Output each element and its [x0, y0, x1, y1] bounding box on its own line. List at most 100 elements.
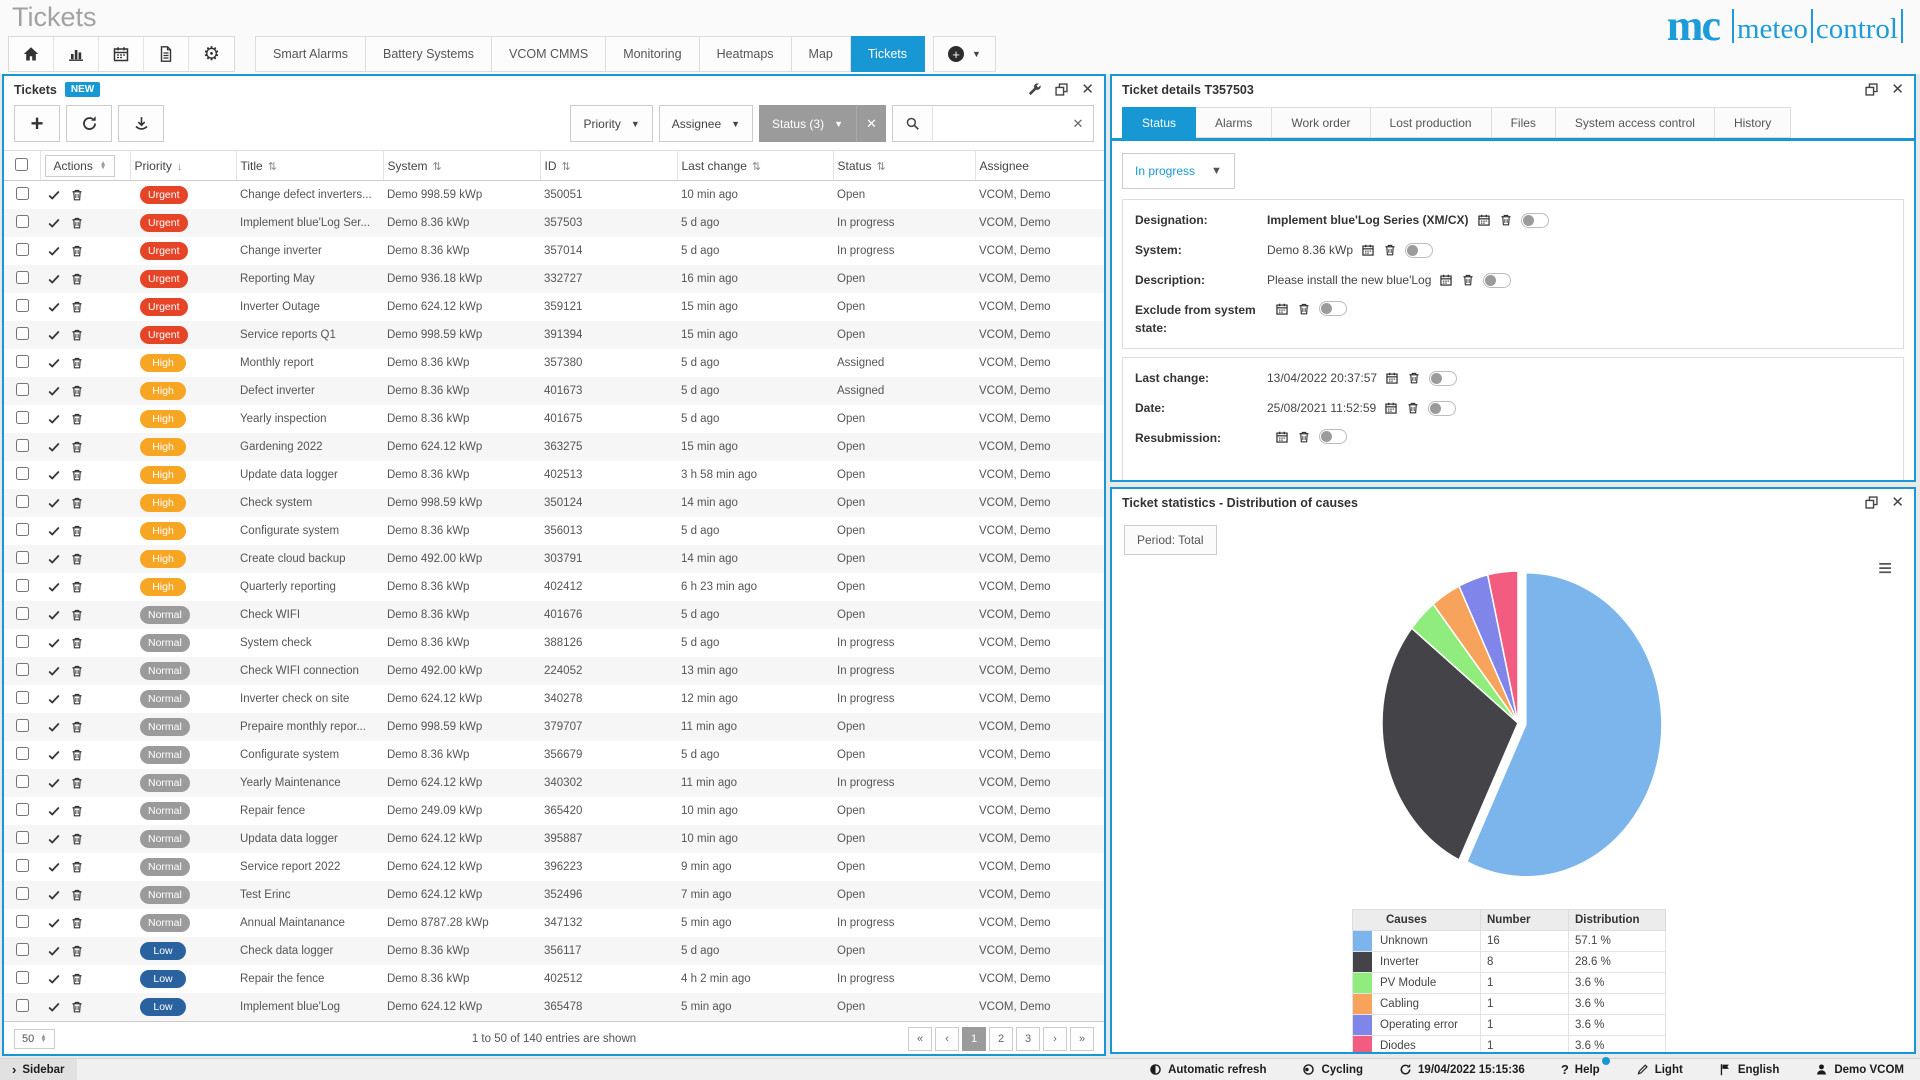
- close-panel-button[interactable]: ✕: [1081, 82, 1094, 97]
- delete-ticket-icon[interactable]: [67, 496, 87, 510]
- column-header-priority[interactable]: Priority ↓: [130, 150, 237, 181]
- detail-tab-lost-production[interactable]: Lost production: [1370, 107, 1492, 138]
- resolve-ticket-icon[interactable]: [44, 832, 64, 846]
- ticket-title-cell[interactable]: Yearly Maintenance: [236, 769, 383, 797]
- row-checkbox[interactable]: [15, 550, 29, 564]
- statusbar-cycling[interactable]: Cycling: [1302, 1063, 1363, 1076]
- actions-header-button[interactable]: Actions ▲ ▼: [44, 154, 116, 177]
- statusbar-automatic-refresh[interactable]: Automatic refresh: [1149, 1063, 1266, 1076]
- table-row[interactable]: Low Implement blue'Log Demo 624.12 kWp 3…: [4, 992, 1104, 1021]
- statusbar-help[interactable]: ? Help: [1561, 1057, 1610, 1077]
- table-row[interactable]: High Create cloud backup Demo 492.00 kWp…: [4, 544, 1104, 573]
- clear-status-filter-icon[interactable]: ✕: [856, 105, 886, 142]
- row-checkbox[interactable]: [15, 242, 29, 256]
- calendar-picker-icon[interactable]: [1275, 430, 1289, 444]
- delete-ticket-icon[interactable]: [67, 412, 87, 426]
- ticket-title-cell[interactable]: Service reports Q1: [236, 321, 383, 349]
- ticket-title-cell[interactable]: Change defect inverters...: [236, 181, 383, 209]
- ticket-title-cell[interactable]: Prepaire monthly repor...: [236, 713, 383, 741]
- resolve-ticket-icon[interactable]: [44, 384, 64, 398]
- ticket-title-cell[interactable]: Gardening 2022: [236, 433, 383, 461]
- sidebar-toggle-button[interactable]: › Sidebar: [0, 1059, 77, 1080]
- row-checkbox[interactable]: [15, 662, 29, 676]
- ticket-title-cell[interactable]: Configurate system: [236, 741, 383, 769]
- table-row[interactable]: High Quarterly reporting Demo 8.36 kWp 4…: [4, 573, 1104, 601]
- ticket-title-cell[interactable]: Check system: [236, 489, 383, 517]
- ticket-title-cell[interactable]: Check WIFI: [236, 601, 383, 629]
- delete-ticket-icon[interactable]: [67, 608, 87, 622]
- ticket-title-cell[interactable]: Implement blue'Log Ser...: [236, 209, 383, 237]
- row-checkbox[interactable]: [15, 942, 29, 956]
- row-checkbox[interactable]: [15, 298, 29, 312]
- table-row[interactable]: Normal Prepaire monthly repor... Demo 99…: [4, 712, 1104, 741]
- pager-nav-button[interactable]: ›: [1043, 1026, 1067, 1051]
- ticket-title-cell[interactable]: Check data logger: [236, 937, 383, 965]
- pager-nav-button[interactable]: «: [908, 1026, 932, 1051]
- calendar-picker-icon[interactable]: [1385, 371, 1399, 385]
- delete-ticket-icon[interactable]: [67, 804, 87, 818]
- row-checkbox[interactable]: [15, 214, 29, 228]
- detail-tab-history[interactable]: History: [1714, 107, 1792, 138]
- row-checkbox[interactable]: [15, 830, 29, 844]
- table-row[interactable]: High Update data logger Demo 8.36 kWp 40…: [4, 461, 1104, 489]
- resolve-ticket-icon[interactable]: [44, 328, 64, 342]
- resolve-ticket-icon[interactable]: [44, 860, 64, 874]
- popout-panel-button[interactable]: [1864, 495, 1879, 510]
- column-header-id[interactable]: ID ⇅: [540, 150, 678, 181]
- delete-ticket-icon[interactable]: [67, 440, 87, 454]
- column-header-status[interactable]: Status ⇅: [833, 150, 976, 181]
- row-checkbox[interactable]: [15, 578, 29, 592]
- delete-ticket-icon[interactable]: [67, 944, 87, 958]
- detail-tab-alarms[interactable]: Alarms: [1196, 107, 1273, 138]
- table-row[interactable]: Urgent Change defect inverters... Demo 9…: [4, 181, 1104, 209]
- delete-ticket-icon[interactable]: [67, 216, 87, 230]
- table-row[interactable]: Normal Annual Maintanance Demo 8787.28 k…: [4, 909, 1104, 937]
- tab-heatmaps[interactable]: Heatmaps: [699, 36, 792, 72]
- detail-tab-status[interactable]: Status: [1122, 107, 1197, 138]
- ticket-title-cell[interactable]: Yearly inspection: [236, 405, 383, 433]
- filter-priority[interactable]: Priority ▼: [570, 105, 653, 142]
- delete-ticket-icon[interactable]: [67, 244, 87, 258]
- row-checkbox[interactable]: [15, 634, 29, 648]
- remove-person-icon[interactable]: [1383, 243, 1397, 257]
- row-checkbox[interactable]: [15, 326, 29, 340]
- delete-ticket-icon[interactable]: [67, 720, 87, 734]
- table-row[interactable]: Normal Service report 2022 Demo 624.12 k…: [4, 853, 1104, 881]
- ticket-title-cell[interactable]: Test Erinc: [236, 881, 383, 909]
- filter-assignee[interactable]: Assignee ▼: [658, 105, 754, 142]
- resolve-ticket-icon[interactable]: [44, 300, 64, 314]
- row-checkbox[interactable]: [15, 858, 29, 872]
- home-button[interactable]: [9, 37, 54, 71]
- delete-ticket-icon[interactable]: [67, 384, 87, 398]
- delete-ticket-icon[interactable]: [67, 272, 87, 286]
- table-row[interactable]: High Configurate system Demo 8.36 kWp 35…: [4, 517, 1104, 545]
- resolve-ticket-icon[interactable]: [44, 412, 64, 426]
- table-row[interactable]: High Monthly report Demo 8.36 kWp 357380…: [4, 349, 1104, 377]
- tab-battery-systems[interactable]: Battery Systems: [366, 36, 493, 72]
- add-ticket-button[interactable]: +: [14, 105, 60, 142]
- clear-search-icon[interactable]: ✕: [1063, 116, 1093, 132]
- reports-button[interactable]: [144, 37, 189, 71]
- statusbar-19-04-2022-15-15-36[interactable]: 19/04/2022 15:15:36: [1399, 1063, 1525, 1076]
- delete-ticket-icon[interactable]: [67, 888, 87, 902]
- table-row[interactable]: Urgent Inverter Outage Demo 624.12 kWp 3…: [4, 293, 1104, 321]
- detail-tab-system-access-control[interactable]: System access control: [1555, 107, 1715, 138]
- resolve-ticket-icon[interactable]: [44, 272, 64, 286]
- resolve-ticket-icon[interactable]: [44, 244, 64, 258]
- remove-person-icon[interactable]: [1461, 273, 1475, 287]
- ticket-title-cell[interactable]: Configurate system: [236, 517, 383, 545]
- remove-person-icon[interactable]: [1407, 371, 1421, 385]
- delete-ticket-icon[interactable]: [67, 692, 87, 706]
- search-input[interactable]: [933, 106, 1063, 141]
- delete-ticket-icon[interactable]: [67, 776, 87, 790]
- row-checkbox[interactable]: [15, 802, 29, 816]
- table-row[interactable]: Normal Inverter check on site Demo 624.1…: [4, 685, 1104, 713]
- row-checkbox[interactable]: [15, 354, 29, 368]
- resolve-ticket-icon[interactable]: [44, 692, 64, 706]
- delete-ticket-icon[interactable]: [67, 300, 87, 314]
- delete-ticket-icon[interactable]: [67, 832, 87, 846]
- row-checkbox[interactable]: [15, 522, 29, 536]
- remove-person-icon[interactable]: [1297, 302, 1311, 316]
- table-row[interactable]: Normal Configurate system Demo 8.36 kWp …: [4, 741, 1104, 769]
- row-checkbox[interactable]: [15, 410, 29, 424]
